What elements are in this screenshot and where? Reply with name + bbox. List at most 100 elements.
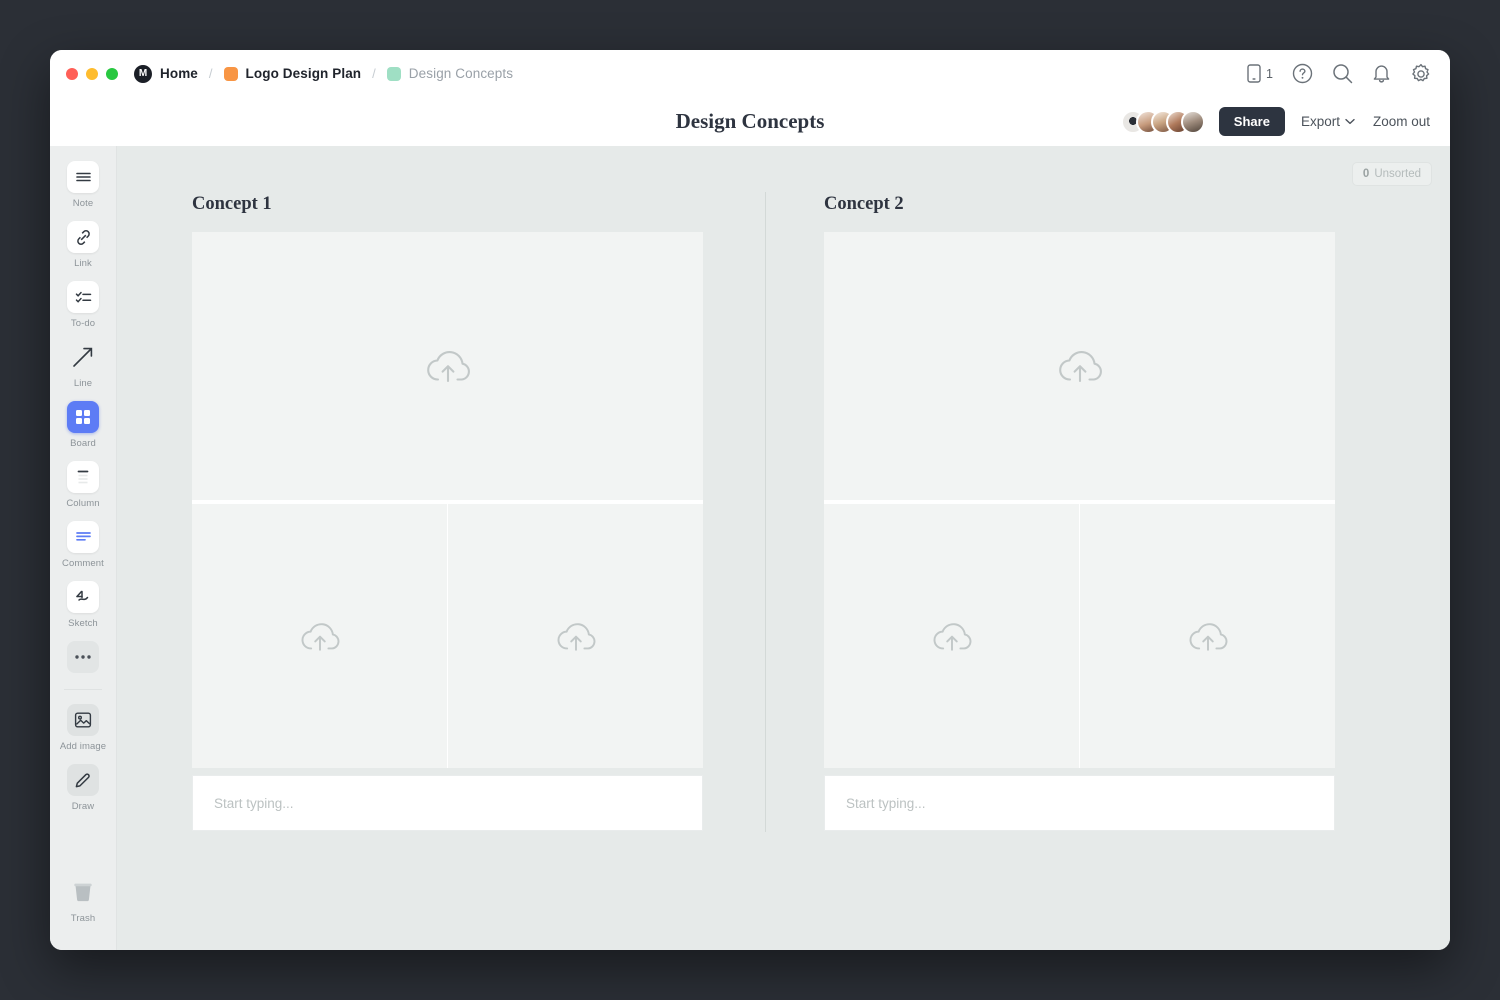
export-label: Export xyxy=(1301,114,1340,129)
help-icon[interactable] xyxy=(1292,63,1313,84)
upload-tile-right[interactable] xyxy=(1080,504,1335,768)
minimize-window-button[interactable] xyxy=(86,68,98,80)
card-gap xyxy=(192,768,703,775)
note-placeholder: Start typing... xyxy=(846,796,926,811)
sidebar-item-board[interactable]: Board xyxy=(54,401,112,449)
sidebar-item-more[interactable] xyxy=(54,641,112,673)
sidebar-item-line[interactable]: Line xyxy=(54,341,112,389)
sidebar-item-label: To-do xyxy=(71,318,95,329)
cloud-upload-icon xyxy=(1054,343,1106,389)
settings-gear-icon[interactable] xyxy=(1410,63,1432,85)
sidebar-item-comment[interactable]: Comment xyxy=(54,521,112,569)
sidebar-item-label: Sketch xyxy=(68,618,98,629)
board-icon xyxy=(67,401,99,433)
desktop-background: M Home / Logo Design Plan / Design Conce… xyxy=(0,0,1500,1000)
concept-card-2: Start typing... xyxy=(824,232,1335,831)
upload-tile-right[interactable] xyxy=(448,504,703,768)
sidebar-item-add-image[interactable]: Add image xyxy=(54,704,112,752)
share-button[interactable]: Share xyxy=(1219,107,1285,136)
mobile-device-button[interactable]: 1 xyxy=(1247,64,1273,83)
sidebar-divider xyxy=(64,689,102,690)
window-traffic-lights xyxy=(66,68,118,80)
upload-tile-large[interactable] xyxy=(192,232,703,500)
breadcrumb-item-current[interactable]: Design Concepts xyxy=(387,66,513,81)
maximize-window-button[interactable] xyxy=(106,68,118,80)
more-dots-icon xyxy=(67,641,99,673)
notifications-bell-icon[interactable] xyxy=(1372,63,1391,84)
sidebar-item-label: Add image xyxy=(60,741,106,752)
sidebar-item-note[interactable]: Note xyxy=(54,161,112,209)
sidebar-item-label: Note xyxy=(73,198,93,209)
cloud-upload-icon xyxy=(929,616,975,657)
export-button[interactable]: Export xyxy=(1299,110,1357,133)
sidebar-item-label: Comment xyxy=(62,558,104,569)
tile-row xyxy=(192,504,703,768)
device-count-label: 1 xyxy=(1266,67,1273,81)
sidebar-item-todo[interactable]: To-do xyxy=(54,281,112,329)
upload-tile-left[interactable] xyxy=(824,504,1079,768)
mobile-device-icon xyxy=(1247,64,1262,83)
link-icon xyxy=(67,221,99,253)
sidebar-item-column[interactable]: Column xyxy=(54,461,112,509)
sidebar-item-trash[interactable]: Trash xyxy=(54,876,112,924)
trash-icon xyxy=(67,876,99,908)
cloud-upload-icon xyxy=(422,343,474,389)
cloud-upload-icon xyxy=(1185,616,1231,657)
sketch-icon xyxy=(67,581,99,613)
tool-sidebar: Note Link xyxy=(50,146,117,950)
board-column-2: Concept 2 xyxy=(766,146,1414,950)
avatar[interactable] xyxy=(1181,110,1205,134)
search-icon[interactable] xyxy=(1332,63,1353,84)
toolbar-actions: Share Export Zoom out xyxy=(1121,107,1432,136)
sidebar-item-sketch[interactable]: Sketch xyxy=(54,581,112,629)
breadcrumb-label-home: Home xyxy=(160,66,198,81)
comment-icon xyxy=(67,521,99,553)
upload-tile-large[interactable] xyxy=(824,232,1335,500)
concept-card-1: Start typing... xyxy=(192,232,703,831)
document-toolbar: Design Concepts Share Export Zoom out xyxy=(50,97,1450,146)
app-window: M Home / Logo Design Plan / Design Conce… xyxy=(50,50,1450,950)
sidebar-item-label: Line xyxy=(74,378,92,389)
chevron-down-icon xyxy=(1345,118,1355,125)
breadcrumb-item-plan[interactable]: Logo Design Plan xyxy=(224,66,362,81)
column-title[interactable]: Concept 1 xyxy=(192,194,765,215)
sidebar-item-link[interactable]: Link xyxy=(54,221,112,269)
line-icon xyxy=(67,341,99,373)
breadcrumb: M Home / Logo Design Plan / Design Conce… xyxy=(134,65,513,83)
app-body: Note Link xyxy=(50,146,1450,950)
upload-tile-left[interactable] xyxy=(192,504,447,768)
collaborator-avatars[interactable] xyxy=(1121,110,1205,134)
breadcrumb-separator: / xyxy=(372,66,376,81)
column-title[interactable]: Concept 2 xyxy=(824,194,1414,215)
color-swatch-icon-orange xyxy=(224,67,238,81)
app-logo-icon: M xyxy=(134,65,152,83)
cloud-upload-icon xyxy=(297,616,343,657)
tile-row xyxy=(824,504,1335,768)
close-window-button[interactable] xyxy=(66,68,78,80)
cloud-upload-icon xyxy=(553,616,599,657)
draw-pen-icon xyxy=(67,764,99,796)
color-swatch-icon-green xyxy=(387,67,401,81)
sidebar-item-label: Draw xyxy=(72,801,95,812)
board-columns: Concept 1 xyxy=(117,146,1450,950)
board-canvas[interactable]: 0 Unsorted Concept 1 xyxy=(117,146,1450,950)
breadcrumb-item-home[interactable]: M Home xyxy=(134,65,198,83)
note-input[interactable]: Start typing... xyxy=(192,775,703,831)
titlebar-actions: 1 xyxy=(1247,63,1432,85)
sidebar-item-label: Board xyxy=(70,438,96,449)
note-placeholder: Start typing... xyxy=(214,796,294,811)
sidebar-item-label: Link xyxy=(74,258,92,269)
todo-icon xyxy=(67,281,99,313)
sidebar-item-label: Column xyxy=(66,498,99,509)
zoom-out-button[interactable]: Zoom out xyxy=(1371,110,1432,133)
note-input[interactable]: Start typing... xyxy=(824,775,1335,831)
add-image-icon xyxy=(67,704,99,736)
sidebar-item-label: Trash xyxy=(71,913,95,924)
column-icon xyxy=(67,461,99,493)
card-gap xyxy=(824,768,1335,775)
breadcrumb-label-plan: Logo Design Plan xyxy=(246,66,362,81)
title-bar: M Home / Logo Design Plan / Design Conce… xyxy=(50,50,1450,97)
breadcrumb-separator: / xyxy=(209,66,213,81)
sidebar-item-draw[interactable]: Draw xyxy=(54,764,112,812)
breadcrumb-label-current: Design Concepts xyxy=(409,66,513,81)
